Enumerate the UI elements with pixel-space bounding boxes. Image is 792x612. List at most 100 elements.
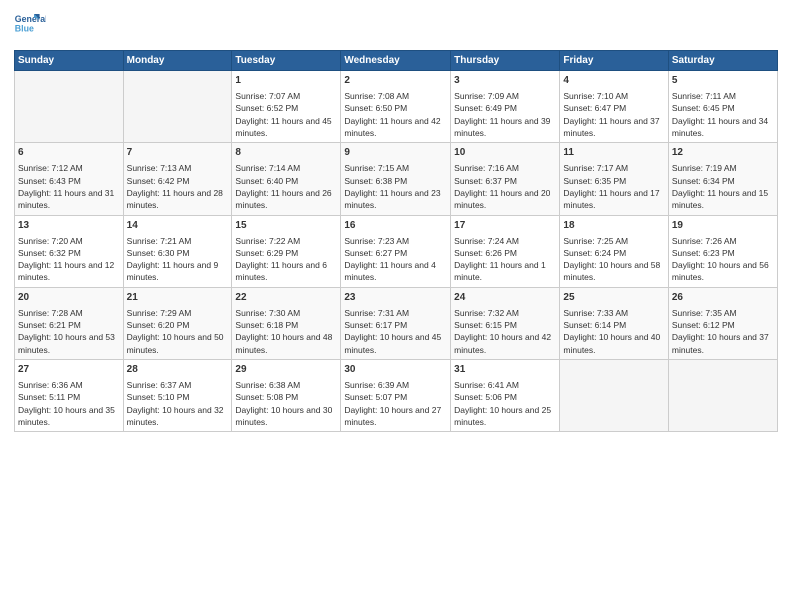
week-row-3: 13Sunrise: 7:20 AM Sunset: 6:32 PM Dayli… <box>15 215 778 287</box>
week-row-2: 6 Sunrise: 7:12 AM Sunset: 6:43 PM Daylig… <box>15 143 778 215</box>
day-number: 19 <box>672 219 774 233</box>
calendar-cell: 26 Sunrise: 7:35 AM Sunset: 6:12 PM Dayli… <box>668 287 777 359</box>
day-number: 26 <box>672 291 774 305</box>
day-number: 31 <box>454 363 556 377</box>
day-number: 24 <box>454 291 556 305</box>
day-info: Sunrise: 7:31 AM Sunset: 6:17 PM Dayligh… <box>344 307 447 356</box>
calendar-cell: 19Sunrise: 7:26 AM Sunset: 6:23 PM Dayli… <box>668 215 777 287</box>
day-number: 5 <box>672 74 774 88</box>
day-info: Sunrise: 6:37 AM Sunset: 5:10 PM Dayligh… <box>127 379 229 428</box>
calendar-cell: 6 Sunrise: 7:12 AM Sunset: 6:43 PM Daylig… <box>15 143 124 215</box>
day-info: Sunrise: 7:35 AM Sunset: 6:12 PM Dayligh… <box>672 307 774 356</box>
calendar-cell <box>123 71 232 143</box>
calendar-cell: 31 Sunrise: 6:41 AM Sunset: 5:06 PM Dayli… <box>451 360 560 432</box>
day-info: Sunrise: 7:30 AM Sunset: 6:18 PM Dayligh… <box>235 307 337 356</box>
calendar-cell: 7 Sunrise: 7:13 AM Sunset: 6:42 PM Daylig… <box>123 143 232 215</box>
day-number: 7 <box>127 146 229 160</box>
day-info: Sunrise: 7:13 AM Sunset: 6:42 PM Dayligh… <box>127 162 229 211</box>
day-info: Sunrise: 7:12 AM Sunset: 6:43 PM Dayligh… <box>18 162 120 211</box>
calendar-cell: 11 Sunrise: 7:17 AM Sunset: 6:35 PM Dayli… <box>560 143 668 215</box>
day-info: Sunrise: 7:24 AM Sunset: 6:26 PM Dayligh… <box>454 235 556 284</box>
day-info: Sunrise: 7:11 AM Sunset: 6:45 PM Dayligh… <box>672 90 774 139</box>
day-number: 3 <box>454 74 556 88</box>
calendar-cell: 4 Sunrise: 7:10 AM Sunset: 6:47 PM Daylig… <box>560 71 668 143</box>
week-row-5: 27 Sunrise: 6:36 AM Sunset: 5:11 PM Dayli… <box>15 360 778 432</box>
day-info: Sunrise: 7:25 AM Sunset: 6:24 PM Dayligh… <box>563 235 664 284</box>
calendar-cell: 2Sunrise: 7:08 AM Sunset: 6:50 PM Daylig… <box>341 71 451 143</box>
weekday-header-saturday: Saturday <box>668 51 777 71</box>
day-number: 17 <box>454 219 556 233</box>
day-number: 21 <box>127 291 229 305</box>
day-number: 4 <box>563 74 664 88</box>
day-info: Sunrise: 7:22 AM Sunset: 6:29 PM Dayligh… <box>235 235 337 284</box>
day-info: Sunrise: 7:15 AM Sunset: 6:38 PM Dayligh… <box>344 162 447 211</box>
calendar-cell: 14 Sunrise: 7:21 AM Sunset: 6:30 PM Dayli… <box>123 215 232 287</box>
weekday-header-sunday: Sunday <box>15 51 124 71</box>
day-number: 14 <box>127 219 229 233</box>
calendar-cell: 29 Sunrise: 6:38 AM Sunset: 5:08 PM Dayli… <box>232 360 341 432</box>
weekday-header-tuesday: Tuesday <box>232 51 341 71</box>
calendar-cell: 5 Sunrise: 7:11 AM Sunset: 6:45 PM Daylig… <box>668 71 777 143</box>
day-info: Sunrise: 7:32 AM Sunset: 6:15 PM Dayligh… <box>454 307 556 356</box>
calendar-cell: 28Sunrise: 6:37 AM Sunset: 5:10 PM Dayli… <box>123 360 232 432</box>
day-info: Sunrise: 6:39 AM Sunset: 5:07 PM Dayligh… <box>344 379 447 428</box>
calendar-cell: 13Sunrise: 7:20 AM Sunset: 6:32 PM Dayli… <box>15 215 124 287</box>
day-number: 20 <box>18 291 120 305</box>
day-info: Sunrise: 6:36 AM Sunset: 5:11 PM Dayligh… <box>18 379 120 428</box>
day-info: Sunrise: 7:29 AM Sunset: 6:20 PM Dayligh… <box>127 307 229 356</box>
day-info: Sunrise: 7:10 AM Sunset: 6:47 PM Dayligh… <box>563 90 664 139</box>
weekday-header-monday: Monday <box>123 51 232 71</box>
calendar-cell: 3 Sunrise: 7:09 AM Sunset: 6:49 PM Daylig… <box>451 71 560 143</box>
logo: GeneralBlue <box>14 10 46 42</box>
day-number: 6 <box>18 146 120 160</box>
day-number: 13 <box>18 219 120 233</box>
calendar-cell: 27 Sunrise: 6:36 AM Sunset: 5:11 PM Dayli… <box>15 360 124 432</box>
calendar-cell: 20 Sunrise: 7:28 AM Sunset: 6:21 PM Dayli… <box>15 287 124 359</box>
day-number: 12 <box>672 146 774 160</box>
day-number: 27 <box>18 363 120 377</box>
day-info: Sunrise: 7:28 AM Sunset: 6:21 PM Dayligh… <box>18 307 120 356</box>
day-number: 25 <box>563 291 664 305</box>
day-number: 30 <box>344 363 447 377</box>
calendar-cell <box>560 360 668 432</box>
calendar-cell: 8 Sunrise: 7:14 AM Sunset: 6:40 PM Daylig… <box>232 143 341 215</box>
calendar-cell: 25Sunrise: 7:33 AM Sunset: 6:14 PM Dayli… <box>560 287 668 359</box>
day-info: Sunrise: 7:09 AM Sunset: 6:49 PM Dayligh… <box>454 90 556 139</box>
day-info: Sunrise: 7:17 AM Sunset: 6:35 PM Dayligh… <box>563 162 664 211</box>
calendar-cell: 23 Sunrise: 7:31 AM Sunset: 6:17 PM Dayli… <box>341 287 451 359</box>
calendar-cell: 10 Sunrise: 7:16 AM Sunset: 6:37 PM Dayli… <box>451 143 560 215</box>
calendar-cell: 24 Sunrise: 7:32 AM Sunset: 6:15 PM Dayli… <box>451 287 560 359</box>
header: GeneralBlue <box>14 10 778 42</box>
day-number: 18 <box>563 219 664 233</box>
weekday-header-wednesday: Wednesday <box>341 51 451 71</box>
day-info: Sunrise: 6:41 AM Sunset: 5:06 PM Dayligh… <box>454 379 556 428</box>
day-number: 22 <box>235 291 337 305</box>
day-info: Sunrise: 7:14 AM Sunset: 6:40 PM Dayligh… <box>235 162 337 211</box>
calendar-cell: 1Sunrise: 7:07 AM Sunset: 6:52 PM Daylig… <box>232 71 341 143</box>
day-number: 2 <box>344 74 447 88</box>
day-number: 10 <box>454 146 556 160</box>
week-row-4: 20 Sunrise: 7:28 AM Sunset: 6:21 PM Dayli… <box>15 287 778 359</box>
day-number: 9 <box>344 146 447 160</box>
calendar-cell: 22 Sunrise: 7:30 AM Sunset: 6:18 PM Dayli… <box>232 287 341 359</box>
calendar-cell <box>668 360 777 432</box>
day-number: 23 <box>344 291 447 305</box>
calendar-cell: 9 Sunrise: 7:15 AM Sunset: 6:38 PM Daylig… <box>341 143 451 215</box>
weekday-header-thursday: Thursday <box>451 51 560 71</box>
calendar-cell: 21 Sunrise: 7:29 AM Sunset: 6:20 PM Dayli… <box>123 287 232 359</box>
calendar-cell: 16Sunrise: 7:23 AM Sunset: 6:27 PM Dayli… <box>341 215 451 287</box>
calendar-table: SundayMondayTuesdayWednesdayThursdayFrid… <box>14 50 778 432</box>
day-info: Sunrise: 7:21 AM Sunset: 6:30 PM Dayligh… <box>127 235 229 284</box>
day-info: Sunrise: 7:16 AM Sunset: 6:37 PM Dayligh… <box>454 162 556 211</box>
calendar-cell: 15Sunrise: 7:22 AM Sunset: 6:29 PM Dayli… <box>232 215 341 287</box>
logo-icon: GeneralBlue <box>14 10 46 42</box>
weekday-header-friday: Friday <box>560 51 668 71</box>
calendar-cell: 18 Sunrise: 7:25 AM Sunset: 6:24 PM Dayli… <box>560 215 668 287</box>
day-number: 11 <box>563 146 664 160</box>
svg-text:General: General <box>15 14 46 24</box>
day-number: 29 <box>235 363 337 377</box>
day-number: 8 <box>235 146 337 160</box>
week-row-1: 1Sunrise: 7:07 AM Sunset: 6:52 PM Daylig… <box>15 71 778 143</box>
day-info: Sunrise: 6:38 AM Sunset: 5:08 PM Dayligh… <box>235 379 337 428</box>
calendar-cell: 12Sunrise: 7:19 AM Sunset: 6:34 PM Dayli… <box>668 143 777 215</box>
